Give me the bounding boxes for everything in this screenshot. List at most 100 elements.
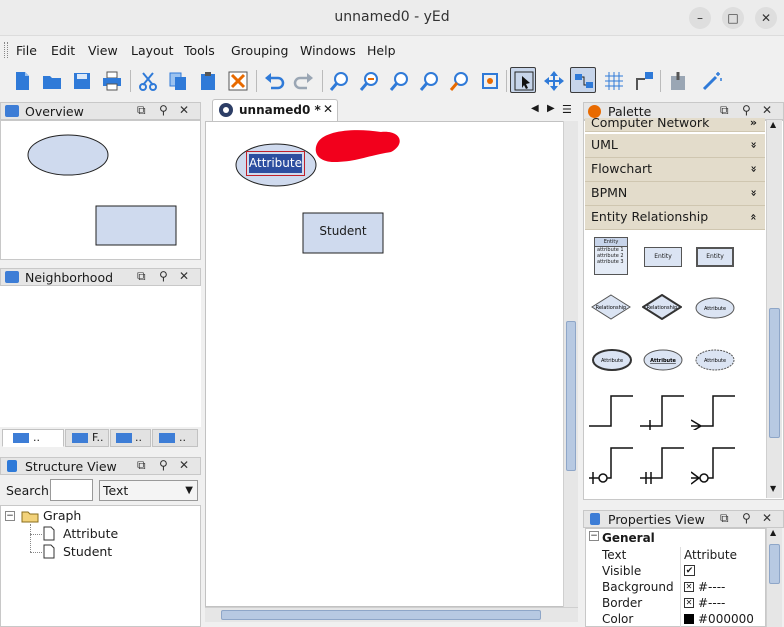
collapse-toggle-icon[interactable]: − [589, 531, 599, 541]
zoom-selection-icon[interactable] [446, 67, 472, 93]
tree-item-student[interactable]: Student [63, 544, 112, 559]
palette-section-computer-network[interactable]: Computer Network» [585, 118, 765, 132]
property-row-text[interactable]: Text Attribute [586, 547, 767, 563]
zoom-actual-size-icon[interactable] [386, 67, 412, 93]
menu-file[interactable]: File [16, 43, 37, 58]
properties-scroll-thumb[interactable] [769, 544, 780, 584]
attribute-label-editor[interactable]: Attribute [249, 154, 302, 173]
palette-item-edge-one-only[interactable] [640, 446, 686, 486]
bottom-tab-1[interactable]: .. [2, 429, 64, 447]
properties-scrollbar[interactable]: ▲ [766, 528, 782, 627]
bottom-tab-3[interactable]: .. [110, 429, 151, 447]
properties-group-row[interactable]: − General [586, 530, 767, 546]
bottom-tab-2[interactable]: F.. [65, 429, 109, 447]
close-window-button[interactable]: ✕ [755, 7, 777, 29]
canvas-vertical-scrollbar[interactable] [563, 121, 578, 607]
interactive-layout-icon[interactable] [570, 67, 596, 93]
canvas-horizontal-scrollbar[interactable] [205, 607, 578, 622]
property-row-color[interactable]: Color #000000 [586, 611, 767, 627]
properties-pin-icon[interactable]: ⚲ [742, 511, 751, 525]
structure-search-input[interactable] [50, 479, 93, 501]
overview-close-icon[interactable]: ✕ [179, 103, 189, 117]
bottom-tab-4[interactable]: .. [152, 429, 198, 447]
palette-item-edge-many[interactable] [691, 394, 737, 430]
zoom-fit-icon[interactable] [416, 67, 442, 93]
menu-help[interactable]: Help [367, 43, 396, 58]
neighborhood-pin-icon[interactable]: ⚲ [159, 269, 168, 283]
print-icon[interactable] [98, 67, 124, 93]
zoom-in-icon[interactable] [326, 67, 352, 93]
palette-section-bpmn[interactable]: BPMN» [585, 182, 765, 206]
palette-item-key-attribute[interactable]: Attribute [642, 348, 684, 372]
palette-item-edge-zero-many[interactable] [691, 446, 737, 486]
structure-close-icon[interactable]: ✕ [179, 458, 189, 472]
palette-close-icon[interactable]: ✕ [762, 103, 772, 117]
menu-tools[interactable]: Tools [184, 43, 215, 58]
property-text-value[interactable]: Attribute [684, 548, 737, 562]
maximize-button[interactable]: □ [722, 7, 744, 29]
palette-item-entity[interactable]: Entity [644, 247, 682, 267]
scroll-down-icon[interactable]: ▼ [770, 484, 776, 493]
horizontal-scroll-thumb[interactable] [221, 610, 541, 620]
neighborhood-close-icon[interactable]: ✕ [179, 269, 189, 283]
tree-root-graph[interactable]: Graph [43, 508, 81, 523]
tab-scroll-right-icon[interactable]: ▶ [547, 103, 555, 114]
palette-item-weak-relationship[interactable]: Relationship [642, 294, 682, 320]
fit-content-icon[interactable] [476, 67, 502, 93]
menu-edit[interactable]: Edit [51, 43, 75, 58]
collapse-toggle-icon[interactable]: − [5, 511, 15, 521]
visible-checkbox[interactable]: ✔ [684, 565, 695, 576]
open-folder-icon[interactable] [38, 67, 64, 93]
structure-float-icon[interactable]: ⧉ [137, 458, 146, 473]
undo-icon[interactable] [260, 67, 286, 93]
palette-section-uml[interactable]: UML» [585, 134, 765, 158]
palette-pin-icon[interactable]: ⚲ [742, 103, 751, 117]
palette-item-weak-entity[interactable]: Entity [696, 247, 734, 267]
tab-list-icon[interactable]: ☰ [562, 103, 572, 116]
tab-document[interactable]: unnamed0 * ✕ [212, 99, 338, 121]
scroll-up-icon[interactable]: ▲ [770, 120, 776, 129]
grid-icon[interactable] [600, 67, 626, 93]
magic-wand-icon[interactable] [698, 67, 724, 93]
structure-filter-select[interactable]: Text ▼ [99, 480, 198, 501]
property-row-visible[interactable]: Visible ✔ [586, 563, 767, 579]
property-row-background[interactable]: Background ✕ #---- [586, 579, 767, 595]
properties-float-icon[interactable]: ⧉ [720, 511, 729, 526]
new-document-icon[interactable] [8, 67, 34, 93]
neighborhood-body[interactable] [0, 286, 201, 427]
edit-mode-icon[interactable] [510, 67, 536, 93]
palette-scrollbar[interactable]: ▲ ▼ [766, 120, 782, 498]
tab-scroll-left-icon[interactable]: ◀ [531, 103, 539, 114]
palette-scroll-thumb[interactable] [769, 308, 780, 438]
overview-pin-icon[interactable]: ⚲ [159, 103, 168, 117]
menu-windows[interactable]: Windows [300, 43, 356, 58]
palette-section-flowchart[interactable]: Flowchart» [585, 158, 765, 182]
move-mode-icon[interactable] [540, 67, 566, 93]
palette-item-attribute[interactable]: Attribute [694, 296, 736, 320]
palette-item-relationship[interactable]: Relationship [591, 294, 631, 320]
cut-icon[interactable] [134, 67, 160, 93]
delete-icon[interactable] [224, 67, 250, 93]
graph-canvas[interactable]: Attribute Student [205, 121, 578, 607]
structure-pin-icon[interactable]: ⚲ [159, 458, 168, 472]
menu-layout[interactable]: Layout [131, 43, 174, 58]
palette-item-edge-plain[interactable] [589, 394, 635, 430]
palette-item-multivalued-attribute[interactable]: Attribute [591, 348, 633, 372]
palette-item-edge-one[interactable] [640, 394, 686, 430]
scroll-up-icon[interactable]: ▲ [770, 528, 776, 537]
minimize-button[interactable]: – [689, 7, 711, 29]
orthogonal-edges-icon[interactable] [630, 67, 656, 93]
copy-icon[interactable] [164, 67, 190, 93]
menu-view[interactable]: View [88, 43, 118, 58]
palette-item-derived-attribute[interactable]: Attribute [694, 348, 736, 372]
palette-float-icon[interactable]: ⧉ [720, 103, 729, 118]
vertical-scroll-thumb[interactable] [566, 321, 576, 471]
redo-icon[interactable] [290, 67, 316, 93]
paste-icon[interactable] [194, 67, 220, 93]
properties-close-icon[interactable]: ✕ [762, 511, 772, 525]
snapping-icon[interactable] [664, 67, 690, 93]
close-tab-icon[interactable]: ✕ [323, 102, 333, 116]
zoom-out-icon[interactable] [356, 67, 382, 93]
property-row-border[interactable]: Border ✕ #---- [586, 595, 767, 611]
tree-item-attribute[interactable]: Attribute [63, 526, 118, 541]
